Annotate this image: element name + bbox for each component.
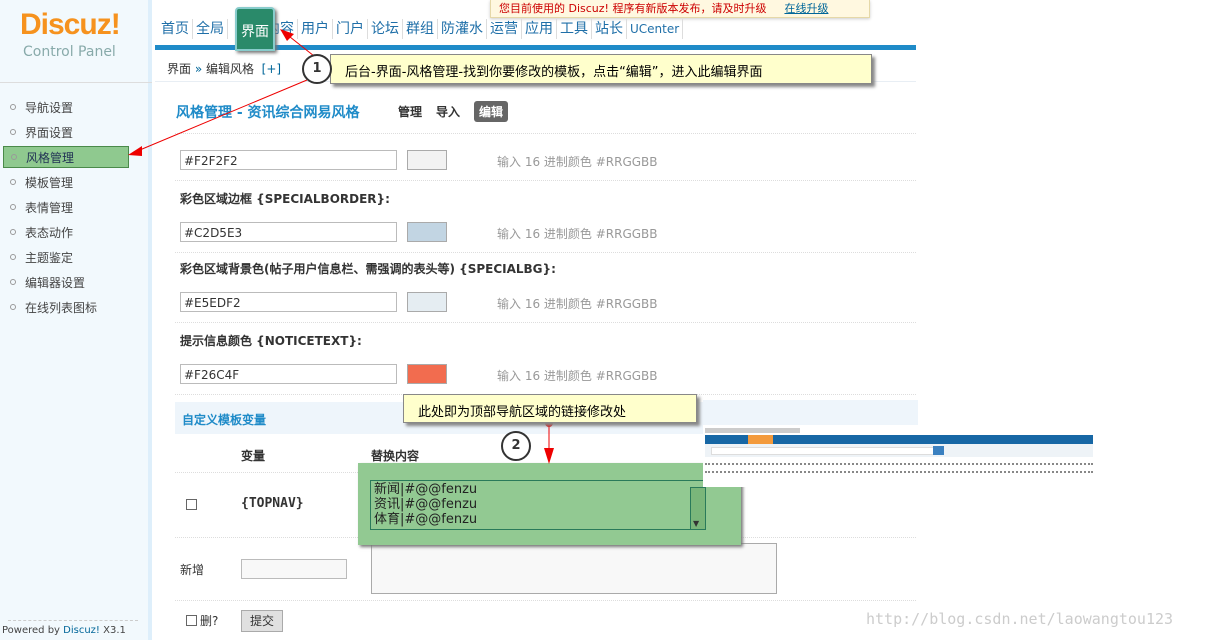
watermark: http://blog.csdn.net/laowangtou123 <box>866 610 1174 628</box>
callout-2: 此处即为顶部导航区域的链接修改处 <box>403 394 697 423</box>
callout-1: 后台-界面-风格管理-找到你要修改的模板，点击“编辑”，进入此编辑界面 <box>330 54 872 84</box>
arrow-head-1a <box>280 29 294 41</box>
callout-number-2: 2 <box>501 431 531 461</box>
callout-number-1: 1 <box>302 54 332 84</box>
arrow-head-1b <box>128 146 142 156</box>
arrow-line-1b <box>134 79 308 153</box>
arrow-head-2 <box>544 448 554 464</box>
annotation-arrows <box>128 29 554 464</box>
